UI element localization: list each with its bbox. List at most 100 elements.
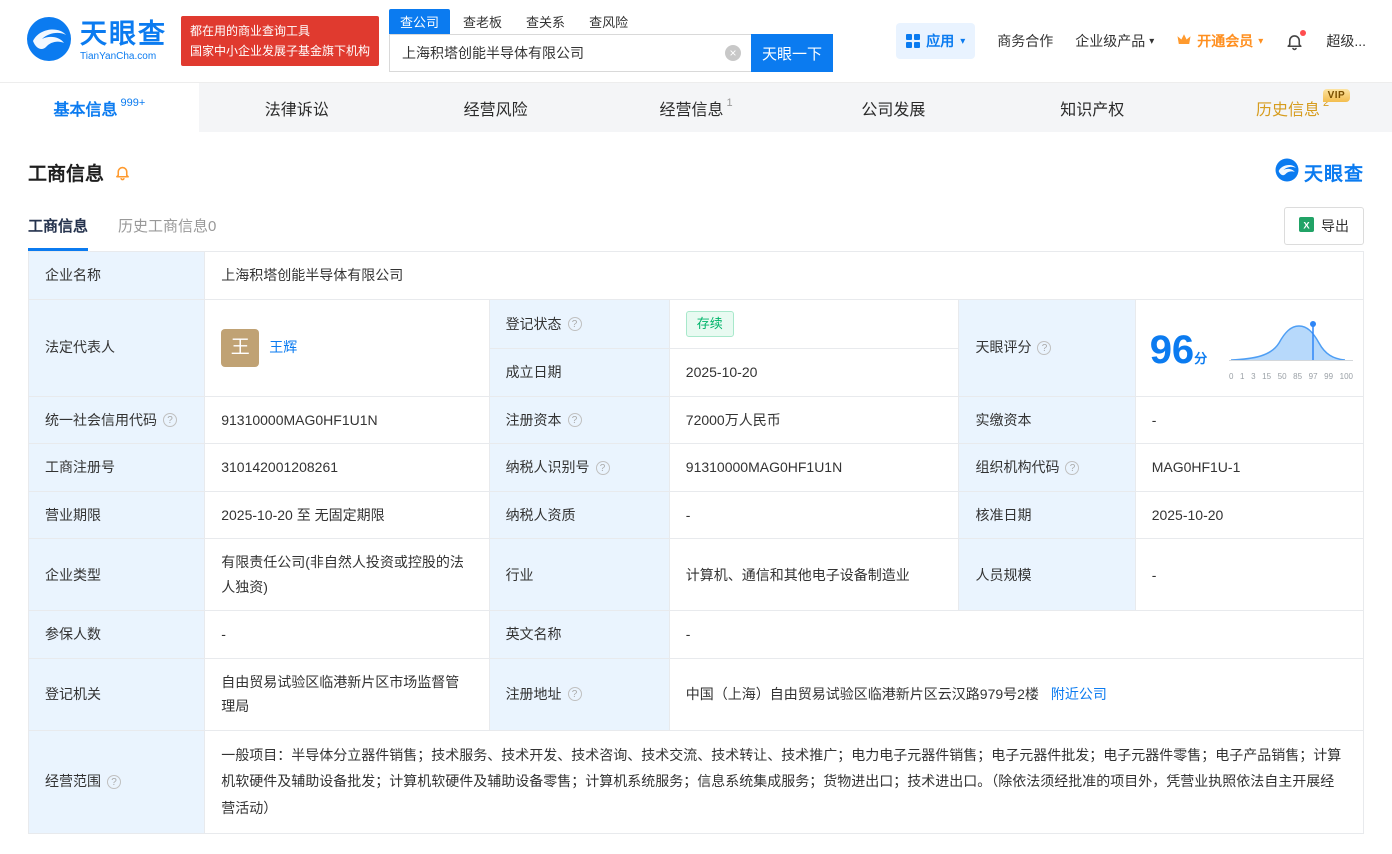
tab-label: 历史信息 xyxy=(1256,96,1320,120)
subtab-history-business-info[interactable]: 历史工商信息0 xyxy=(118,215,216,251)
tianyancha-watermark-label: 天眼查 xyxy=(1304,159,1364,186)
grid-icon xyxy=(906,34,920,48)
tab-legal-litigation[interactable]: 法律诉讼 xyxy=(199,83,398,132)
industry-value: 计算机、通信和其他电子设备制造业 xyxy=(669,539,959,611)
enterprise-product-link[interactable]: 企业级产品 ▾ xyxy=(1075,31,1154,51)
tab-label: 经营信息 xyxy=(659,96,723,120)
search-tab-risk[interactable]: 查风险 xyxy=(578,9,639,34)
paid-capital-label: 实缴资本 xyxy=(959,396,1135,444)
tab-label: 基本信息 xyxy=(54,96,118,120)
info-icon[interactable]: ? xyxy=(568,413,582,427)
info-icon[interactable]: ? xyxy=(107,775,121,789)
excel-icon: X xyxy=(1299,217,1314,235)
tab-badge: 1 xyxy=(726,97,732,109)
tianyancha-logo[interactable]: 天眼查 TianYanCha.com xyxy=(26,16,167,67)
reg-number-label: 工商注册号 xyxy=(29,444,205,492)
credit-code-label: 统一社会信用代码? xyxy=(29,396,205,444)
tab-label: 经营风险 xyxy=(464,96,528,120)
reg-number-value: 310142001208261 xyxy=(205,444,489,492)
search-tab-relation[interactable]: 查关系 xyxy=(515,9,576,34)
promo-banner: 都在用的商业查询工具 国家中小企业发展子基金旗下机构 xyxy=(181,16,379,67)
notification-bell-icon[interactable] xyxy=(1285,32,1304,51)
super-vip-label: 超级... xyxy=(1326,31,1366,51)
tab-intellectual-property[interactable]: 知识产权 xyxy=(994,83,1193,132)
registry-label: 登记机关 xyxy=(29,658,205,730)
legal-rep-link[interactable]: 王辉 xyxy=(269,335,297,360)
chevron-down-icon: ▾ xyxy=(1258,36,1263,47)
tab-basic-info[interactable]: 基本信息999+ xyxy=(0,83,199,132)
taxpayer-quality-value: - xyxy=(669,491,959,539)
reg-capital-label: 注册资本? xyxy=(489,396,669,444)
table-row: 登记机关 自由贸易试验区临港新片区市场监督管理局 注册地址? 中国（上海）自由贸… xyxy=(29,658,1364,730)
search-tab-boss[interactable]: 查老板 xyxy=(452,9,513,34)
insured-value: - xyxy=(205,611,489,659)
established-value: 2025-10-20 xyxy=(669,349,959,397)
reg-status-value: 存续 xyxy=(669,299,959,349)
search-input[interactable] xyxy=(389,34,751,72)
english-name-value: - xyxy=(669,611,1363,659)
established-label: 成立日期 xyxy=(489,349,669,397)
legal-rep-value: 王 王辉 xyxy=(205,299,489,396)
info-icon[interactable]: ? xyxy=(1065,461,1079,475)
address-text: 中国（上海）自由贸易试验区临港新片区云汉路979号2楼 xyxy=(686,686,1039,702)
business-term-value: 2025-10-20 至 无固定期限 xyxy=(205,491,489,539)
staff-size-value: - xyxy=(1135,539,1363,611)
super-vip-link[interactable]: 超级... xyxy=(1326,31,1366,51)
company-name-value: 上海积塔创能半导体有限公司 xyxy=(205,252,1364,300)
table-row: 工商注册号 310142001208261 纳税人识别号? 91310000MA… xyxy=(29,444,1364,492)
tab-badge: 999+ xyxy=(121,97,146,109)
tianyancha-watermark: 天眼查 xyxy=(1275,158,1364,187)
tab-label: 知识产权 xyxy=(1060,96,1124,120)
legal-rep-avatar[interactable]: 王 xyxy=(221,329,259,367)
svg-text:X: X xyxy=(1303,220,1310,230)
promo-line-2: 国家中小企业发展子基金旗下机构 xyxy=(190,41,370,61)
info-icon[interactable]: ? xyxy=(1037,341,1051,355)
tab-history-info[interactable]: 历史信息2 VIP xyxy=(1193,83,1392,132)
subtab-business-info[interactable]: 工商信息 xyxy=(28,215,88,251)
enterprise-product-label: 企业级产品 xyxy=(1075,31,1145,51)
table-row: 营业期限 2025-10-20 至 无固定期限 纳税人资质 - 核准日期 202… xyxy=(29,491,1364,539)
company-type-label: 企业类型 xyxy=(29,539,205,611)
biz-coop-link[interactable]: 商务合作 xyxy=(997,31,1053,51)
apps-menu[interactable]: 应用 ▾ xyxy=(896,23,975,59)
table-row: 法定代表人 王 王辉 登记状态? 存续 天眼评分? 96分 xyxy=(29,299,1364,349)
score-value: 96分 0131550859799100 xyxy=(1135,299,1363,396)
paid-capital-value: - xyxy=(1135,396,1363,444)
legal-rep-label: 法定代表人 xyxy=(29,299,205,396)
top-header: 天眼查 TianYanCha.com 都在用的商业查询工具 国家中小企业发展子基… xyxy=(0,0,1392,82)
business-info-table: 企业名称 上海积塔创能半导体有限公司 法定代表人 王 王辉 登记状态? 存续 天… xyxy=(28,251,1364,834)
nearby-companies-link[interactable]: 附近公司 xyxy=(1051,686,1107,702)
taxpayer-quality-label: 纳税人资质 xyxy=(489,491,669,539)
monitor-bell-icon[interactable] xyxy=(114,164,131,181)
table-row: 企业名称 上海积塔创能半导体有限公司 xyxy=(29,252,1364,300)
search-tab-company[interactable]: 查公司 xyxy=(389,9,450,34)
biz-coop-label: 商务合作 xyxy=(997,31,1053,51)
tab-operation-risk[interactable]: 经营风险 xyxy=(398,83,597,132)
taxpayer-id-label: 纳税人识别号? xyxy=(489,444,669,492)
info-icon[interactable]: ? xyxy=(596,461,610,475)
registry-value: 自由贸易试验区临港新片区市场监督管理局 xyxy=(205,658,489,730)
export-button[interactable]: X 导出 xyxy=(1284,207,1364,245)
clear-icon[interactable]: × xyxy=(725,45,741,61)
search-button[interactable]: 天眼一下 xyxy=(751,34,833,72)
tab-label: 公司发展 xyxy=(861,96,925,120)
score-axis-ticks: 0131550859799100 xyxy=(1229,373,1353,381)
address-value: 中国（上海）自由贸易试验区临港新片区云汉路979号2楼 附近公司 xyxy=(669,658,1363,730)
tab-company-development[interactable]: 公司发展 xyxy=(795,83,994,132)
search-tabs: 查公司 查老板 查关系 查风险 xyxy=(389,10,833,34)
company-nav-tabs: 基本信息999+ 法律诉讼 经营风险 经营信息1 公司发展 知识产权 历史信息2… xyxy=(0,82,1392,132)
company-type-value: 有限责任公司(非自然人投资或控股的法人独资) xyxy=(205,539,489,611)
info-icon[interactable]: ? xyxy=(163,413,177,427)
info-icon[interactable]: ? xyxy=(568,687,582,701)
english-name-label: 英文名称 xyxy=(489,611,669,659)
score-label: 天眼评分? xyxy=(959,299,1135,396)
open-vip-link[interactable]: 开通会员 ▾ xyxy=(1176,31,1263,51)
tab-operation-info[interactable]: 经营信息1 xyxy=(597,83,796,132)
company-name-label: 企业名称 xyxy=(29,252,205,300)
org-code-value: MAG0HF1U-1 xyxy=(1135,444,1363,492)
info-icon[interactable]: ? xyxy=(568,317,582,331)
status-badge: 存续 xyxy=(686,311,734,338)
chevron-down-icon: ▾ xyxy=(1149,36,1154,47)
promo-line-1: 都在用的商业查询工具 xyxy=(190,21,370,41)
approval-date-label: 核准日期 xyxy=(959,491,1135,539)
